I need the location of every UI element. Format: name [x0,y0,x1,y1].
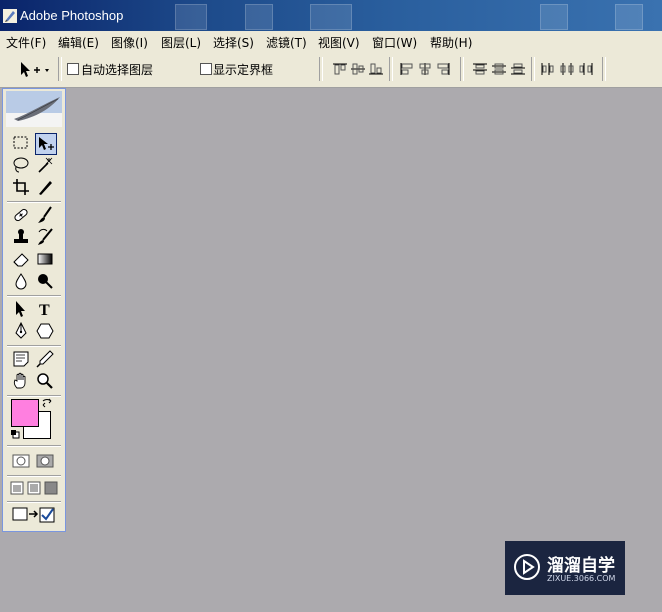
default-colors-icon[interactable] [10,429,20,439]
separator [7,345,61,347]
align-right-edges-icon[interactable] [435,62,451,76]
show-bounding-box-checkbox[interactable] [200,63,212,75]
watermark-title: 溜溜自学 [547,556,615,576]
hand-tool-icon[interactable] [11,371,31,391]
full-screen-mode-icon[interactable] [44,481,58,495]
standard-mode-icon[interactable] [11,451,31,471]
crop-tool-icon[interactable] [11,177,31,197]
auto-select-layer-label: 自动选择图层 [81,63,154,77]
brush-tool-icon[interactable] [35,205,55,225]
menu-image[interactable]: 图像(I) [111,34,148,51]
healing-brush-tool-icon[interactable] [11,205,31,225]
watermark-url: ZIXUE.3066.COM [547,574,616,583]
type-tool-icon[interactable]: T [35,299,55,319]
distribute-vertical-centers-icon[interactable] [491,62,507,76]
menu-layer[interactable]: 图层(L) [161,34,201,51]
align-left-edges-icon[interactable] [399,62,415,76]
title-bar: Adobe Photoshop [0,0,662,31]
separator [7,501,61,503]
menu-window[interactable]: 窗口(W) [372,34,417,51]
separator [531,57,535,81]
align-horizontal-centers-icon[interactable] [417,62,433,76]
separator [389,57,393,81]
menu-view[interactable]: 视图(V) [318,34,360,51]
jump-to-imageready-icon[interactable] [11,505,57,525]
taskbar-thumbnail [615,4,643,30]
separator [7,445,61,447]
tool-preset-picker[interactable] [18,59,52,79]
eyedropper-tool-icon[interactable] [35,349,55,369]
photoshop-app-icon [3,9,17,23]
watermark-badge: 溜溜自学 ZIXUE.3066.COM [505,541,625,595]
toolbox: T [2,88,66,532]
menu-select[interactable]: 选择(S) [213,34,254,51]
lasso-tool-icon[interactable] [11,155,31,175]
svg-text:T: T [39,302,50,319]
menu-filter[interactable]: 滤镜(T) [266,34,307,51]
path-selection-tool-icon[interactable] [11,299,31,319]
feather-logo-icon[interactable] [6,91,62,127]
move-tool-icon[interactable] [35,133,57,155]
show-bounding-box-label: 显示定界框 [213,63,274,77]
distribute-left-edges-icon[interactable] [540,62,556,76]
workspace-canvas[interactable] [0,88,662,612]
separator [7,201,61,203]
full-screen-menu-mode-icon[interactable] [27,481,41,495]
taskbar-thumbnail [310,4,352,30]
align-vertical-centers-icon[interactable] [350,62,366,76]
zoom-tool-icon[interactable] [35,371,55,391]
shape-tool-icon[interactable] [35,321,55,341]
eraser-tool-icon[interactable] [11,249,31,269]
distribute-bottom-edges-icon[interactable] [510,62,526,76]
taskbar-thumbnail [540,4,568,30]
separator [319,57,323,81]
foreground-color-swatch[interactable] [11,399,39,427]
menu-help[interactable]: 帮助(H) [430,34,472,51]
distribute-horizontal-centers-icon[interactable] [559,62,575,76]
align-bottom-edges-icon[interactable] [368,62,384,76]
options-bar: 自动选择图层 显示定界框 [0,51,662,88]
auto-select-layer-checkbox[interactable] [67,63,79,75]
distribute-right-edges-icon[interactable] [578,62,594,76]
clone-stamp-tool-icon[interactable] [11,227,31,247]
menu-bar: 文件(F) 编辑(E) 图像(I) 图层(L) 选择(S) 滤镜(T) 视图(V… [0,31,662,52]
blur-tool-icon[interactable] [11,271,31,291]
menu-file[interactable]: 文件(F) [6,34,46,51]
taskbar-thumbnail [175,4,207,30]
history-brush-tool-icon[interactable] [35,227,55,247]
menu-edit[interactable]: 编辑(E) [58,34,99,51]
pen-tool-icon[interactable] [11,321,31,341]
notes-tool-icon[interactable] [11,349,31,369]
magic-wand-tool-icon[interactable] [35,155,55,175]
taskbar-thumbnail [245,4,273,30]
swap-colors-icon[interactable] [41,397,53,409]
play-logo-icon [514,554,540,580]
separator [58,57,62,81]
separator [7,475,61,477]
distribute-top-edges-icon[interactable] [472,62,488,76]
separator [7,295,61,297]
separator [602,57,606,81]
gradient-tool-icon[interactable] [35,249,55,269]
dodge-tool-icon[interactable] [35,271,55,291]
marquee-tool-icon[interactable] [11,133,31,153]
separator [460,57,464,81]
standard-screen-mode-icon[interactable] [10,481,24,495]
align-top-edges-icon[interactable] [332,62,348,76]
quick-mask-mode-icon[interactable] [35,451,55,471]
slice-tool-icon[interactable] [35,177,55,197]
window-title: Adobe Photoshop [20,8,124,23]
